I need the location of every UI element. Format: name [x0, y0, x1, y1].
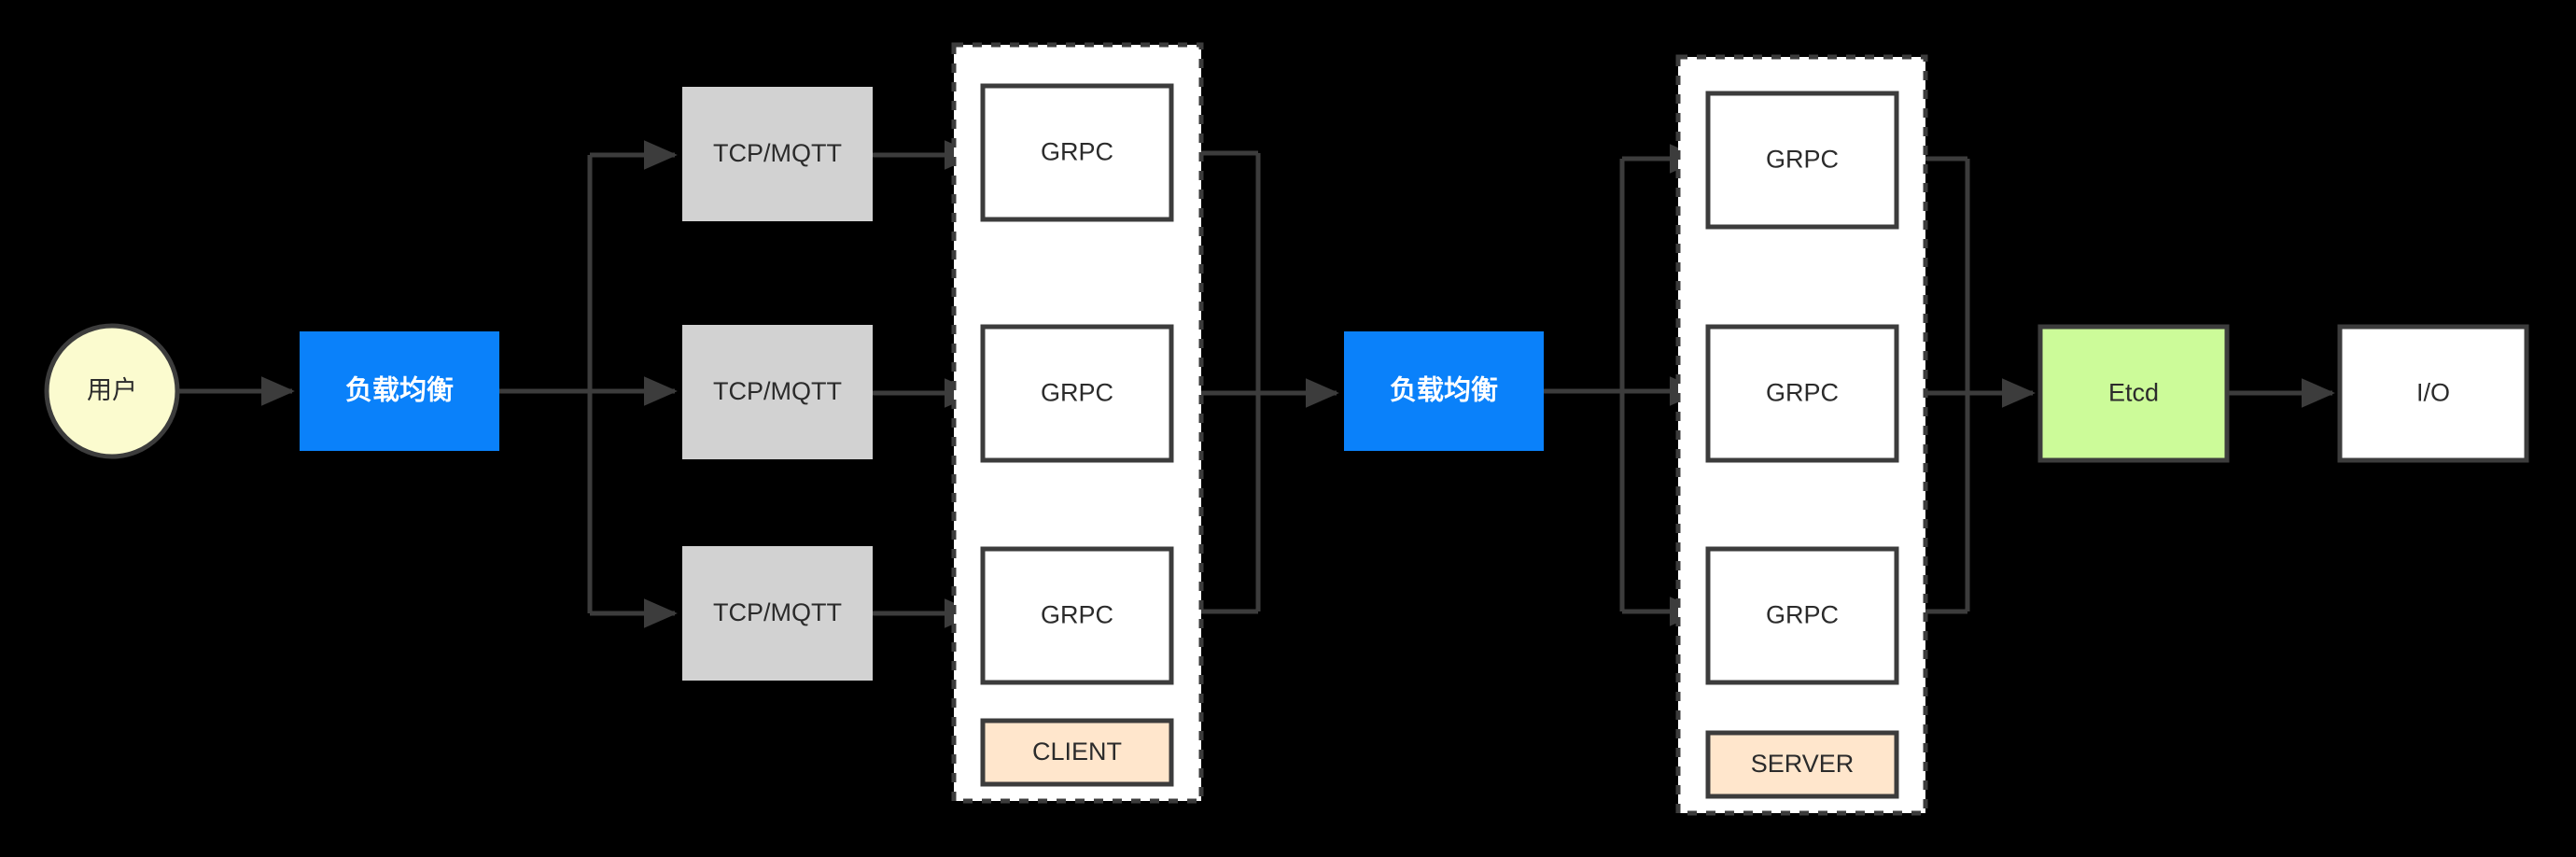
server-grpc-node-2[interactable]: GRPC [1705, 324, 1899, 463]
server-grpc-label-2: GRPC [1766, 379, 1839, 407]
tcp-mqtt-label-1: TCP/MQTT [713, 139, 842, 167]
load-balancer-1-label: 负载均衡 [345, 375, 454, 406]
server-badge[interactable]: SERVER [1705, 730, 1899, 799]
server-grpc-node-3[interactable]: GRPC [1705, 546, 1899, 685]
client-grpc-label-3: GRPC [1041, 601, 1113, 629]
tcp-mqtt-label-3: TCP/MQTT [713, 598, 842, 626]
tcp-mqtt-node-3[interactable]: TCP/MQTT [682, 546, 873, 681]
server-grpc-label-3: GRPC [1766, 601, 1839, 629]
etcd-label: Etcd [2108, 379, 2159, 407]
user-node[interactable]: 用户 [44, 323, 180, 459]
client-group[interactable]: GRPC GRPC GRPC CLIENT [951, 42, 1204, 804]
architecture-diagram: GRPC GRPC GRPC CLIENT GRPC GRPC GRPC SER… [0, 0, 2576, 857]
etcd-node[interactable]: Etcd [2037, 324, 2230, 463]
server-grpc-node-1[interactable]: GRPC [1705, 91, 1899, 230]
tcp-mqtt-node-1[interactable]: TCP/MQTT [682, 87, 873, 221]
io-label: I/O [2416, 379, 2450, 407]
client-grpc-node-1[interactable]: GRPC [980, 83, 1174, 222]
diagram-canvas: GRPC GRPC GRPC CLIENT GRPC GRPC GRPC SER… [44, 42, 2529, 816]
client-grpc-node-3[interactable]: GRPC [980, 546, 1174, 685]
client-badge[interactable]: CLIENT [980, 718, 1174, 787]
server-badge-label: SERVER [1751, 750, 1855, 778]
client-grpc-node-2[interactable]: GRPC [980, 324, 1174, 463]
tcp-mqtt-node-2[interactable]: TCP/MQTT [682, 325, 873, 459]
tcp-mqtt-label-2: TCP/MQTT [713, 377, 842, 405]
client-badge-label: CLIENT [1032, 738, 1122, 766]
load-balancer-2-node[interactable]: 负载均衡 [1344, 331, 1544, 451]
io-node[interactable]: I/O [2337, 324, 2529, 463]
user-label: 用户 [87, 376, 137, 404]
server-group[interactable]: GRPC GRPC GRPC SERVER [1675, 54, 1928, 816]
client-grpc-label-2: GRPC [1041, 379, 1113, 407]
edges-layer [179, 140, 2335, 628]
server-grpc-label-1: GRPC [1766, 146, 1839, 174]
client-grpc-label-1: GRPC [1041, 138, 1113, 166]
load-balancer-2-label: 负载均衡 [1390, 375, 1498, 406]
load-balancer-1-node[interactable]: 负载均衡 [300, 331, 499, 451]
